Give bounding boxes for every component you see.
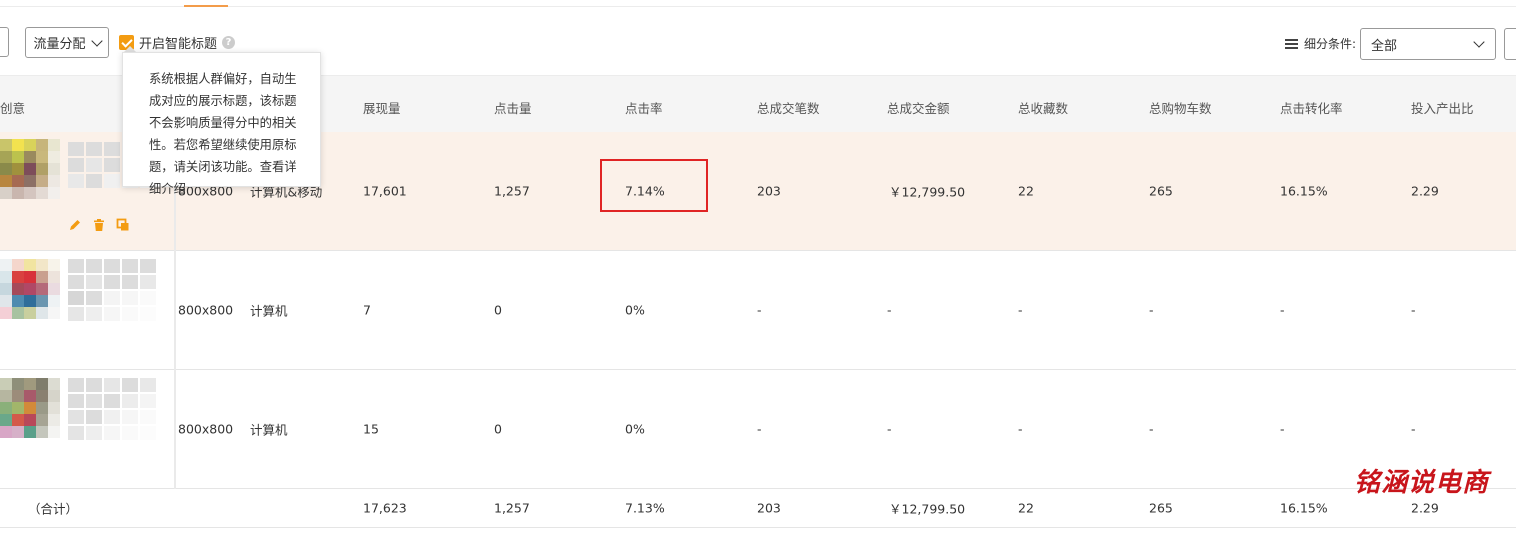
header-creative[interactable]: 创意	[0, 98, 25, 117]
impressions-cell: 15	[363, 421, 379, 437]
roi-cell: -	[1411, 421, 1416, 437]
chevron-down-icon	[90, 34, 103, 47]
help-icon[interactable]: ?	[222, 36, 236, 49]
orders-cell: -	[757, 302, 762, 318]
traffic-allocation-label: 流量分配	[33, 37, 86, 52]
total-ctr: 7.13%	[625, 500, 665, 516]
toolbar-button-right-partial[interactable]	[1504, 28, 1516, 60]
creative-thumbnail[interactable]	[0, 378, 60, 438]
carts-cell: 265	[1149, 183, 1173, 199]
clicks-cell: 1,257	[494, 183, 530, 199]
roi-cell: 2.29	[1411, 183, 1439, 199]
carts-cell: -	[1149, 302, 1154, 318]
total-roi: 2.29	[1411, 500, 1439, 516]
header-conversion[interactable]: 点击转化率	[1280, 98, 1343, 117]
header-favorites[interactable]: 总收藏数	[1018, 98, 1068, 117]
conversion-cell: -	[1280, 421, 1285, 437]
smart-title-tooltip: 系统根据人群偏好，自动生成对应的展示标题，该标题不会影响质量得分中的相关性。若您…	[122, 52, 321, 196]
impressions-cell: 17,601	[363, 183, 407, 199]
chevron-down-icon	[1473, 36, 1485, 48]
header-amount[interactable]: 总成交金额	[887, 98, 950, 117]
header-impressions[interactable]: 展现量	[363, 98, 401, 117]
creative-thumbnail[interactable]	[0, 139, 60, 199]
copy-icon[interactable]	[116, 218, 130, 232]
header-orders[interactable]: 总成交笔数	[757, 98, 820, 117]
total-impressions: 17,623	[363, 500, 407, 516]
header-ctr[interactable]: 点击率	[625, 98, 663, 117]
total-amount: ￥12,799.50	[889, 501, 966, 517]
active-tab-indicator	[184, 5, 228, 7]
favorites-cell: -	[1018, 421, 1023, 437]
traffic-allocation-button[interactable]: 流量分配	[25, 27, 109, 58]
trash-icon[interactable]	[92, 218, 106, 232]
table-row: 800x800 计算机 15 0 0% - - - - - -	[0, 370, 1516, 489]
smart-title-label: 开启智能标题	[139, 37, 218, 52]
creative-title-blurred	[68, 259, 156, 321]
amount-cell: -	[887, 421, 892, 437]
header-clicks[interactable]: 点击量	[494, 98, 532, 117]
clicks-cell: 0	[494, 421, 502, 437]
watermark: 铭涵说电商	[1354, 468, 1490, 498]
tooltip-text: 系统根据人群偏好，自动生成对应的展示标题，该标题不会影响质量得分中的相关性。若您…	[149, 72, 297, 174]
conversion-cell: -	[1280, 302, 1285, 318]
ctr-highlight-box	[600, 159, 708, 212]
conversion-cell: 16.15%	[1280, 183, 1328, 199]
creative-thumbnail[interactable]	[0, 259, 60, 319]
total-favorites: 22	[1018, 500, 1034, 516]
toolbar-button-partial[interactable]	[0, 27, 9, 57]
segment-select-value: 全部	[1371, 38, 1398, 54]
ctr-cell: 0%	[625, 302, 645, 318]
list-icon	[1285, 38, 1298, 49]
roi-cell: -	[1411, 302, 1416, 318]
clicks-cell: 0	[494, 302, 502, 318]
segment-select[interactable]: 全部	[1360, 28, 1496, 60]
amount-cell: -	[887, 302, 892, 318]
smart-title-toggle[interactable]: 开启智能标题 ?	[119, 33, 236, 52]
amount-cell: ￥12,799.50	[889, 184, 966, 200]
segment-filter-label: 细分条件:	[1285, 35, 1356, 52]
table-total-row: （合计） 17,623 1,257 7.13% 203 ￥12,799.50 2…	[0, 489, 1516, 528]
total-carts: 265	[1149, 500, 1173, 516]
table-row: 800x800 计算机 7 0 0% - - - - - -	[0, 251, 1516, 370]
carts-cell: -	[1149, 421, 1154, 437]
creative-platform: 计算机	[250, 422, 288, 438]
favorites-cell: -	[1018, 302, 1023, 318]
impressions-cell: 7	[363, 302, 371, 318]
total-conversion: 16.15%	[1280, 500, 1328, 516]
total-clicks: 1,257	[494, 500, 530, 516]
orders-cell: -	[757, 421, 762, 437]
orders-cell: 203	[757, 183, 781, 199]
header-carts[interactable]: 总购物车数	[1149, 98, 1212, 117]
creative-title-blurred	[68, 378, 156, 440]
favorites-cell: 22	[1018, 183, 1034, 199]
total-label: （合计）	[28, 501, 79, 517]
segment-label-text: 细分条件:	[1304, 37, 1357, 51]
ctr-cell: 0%	[625, 421, 645, 437]
creative-size: 800x800	[178, 302, 234, 318]
creative-actions	[68, 218, 130, 232]
creative-size: 800x800	[178, 421, 234, 437]
pencil-icon[interactable]	[68, 218, 82, 232]
header-roi[interactable]: 投入产出比	[1411, 98, 1474, 117]
total-orders: 203	[757, 500, 781, 516]
creative-platform: 计算机	[250, 303, 288, 319]
